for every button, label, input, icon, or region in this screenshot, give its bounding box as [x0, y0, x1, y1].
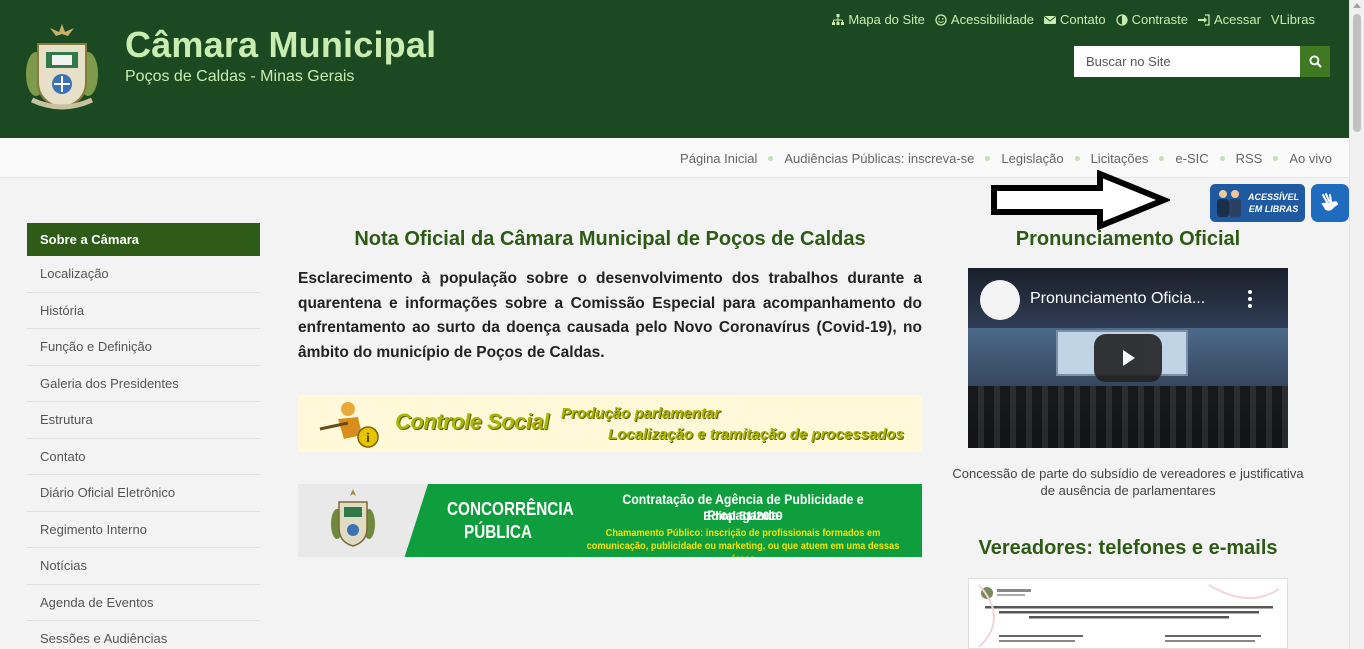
more-options-icon[interactable]	[1248, 290, 1252, 308]
accessible-libras-badge[interactable]: ACESSÍVEL EM LIBRAS	[1210, 184, 1305, 222]
nav-separator	[1159, 155, 1165, 161]
tender-left-text: CONCORRÊNCIA PÚBLICA	[447, 498, 574, 544]
tender-left-line2: PÚBLICA	[464, 522, 532, 542]
nav-separator	[1074, 155, 1080, 161]
official-note-title[interactable]: Nota Oficial da Câmara Municipal de Poço…	[298, 228, 922, 251]
coat-of-arms-seal	[331, 489, 375, 547]
social-control-line1: Produção parlamentar	[561, 405, 721, 422]
search-button[interactable]	[1300, 46, 1330, 77]
video-thumbnail-seats	[968, 386, 1288, 448]
social-control-banner[interactable]: i Controle Social Produção parlamentar L…	[298, 395, 922, 452]
nav-tenders[interactable]: Licitações	[1091, 151, 1149, 166]
video-title[interactable]: Pronunciamento Oficia...	[1030, 290, 1205, 308]
youtube-video-embed[interactable]: Pronunciamento Oficia...	[968, 268, 1288, 448]
libras-badge-line2: EM LIBRAS	[1248, 204, 1299, 214]
contrast-label: Contraste	[1131, 12, 1188, 27]
svg-text:i: i	[366, 431, 370, 446]
nav-rss[interactable]: RSS	[1236, 151, 1263, 166]
site-subtitle: Poços de Caldas - Minas Gerais	[125, 68, 355, 85]
contact-link[interactable]: Contato	[1044, 12, 1106, 27]
public-tender-banner[interactable]: CONCORRÊNCIA PÚBLICA Contratação de Agên…	[298, 484, 922, 557]
accessibility-label: Acessibilidade	[950, 12, 1035, 27]
interpreters-icon	[1217, 190, 1241, 217]
top-links: Mapa do Site Acessibilidade Contato Cont…	[832, 12, 1315, 27]
sidebar-item-sessions[interactable]: Sessões e Audiências	[27, 621, 260, 649]
scrollbar-thumb[interactable]	[1353, 14, 1361, 132]
document-preview-lines	[978, 584, 1280, 648]
sidebar-item-function[interactable]: Função e Definição	[27, 329, 260, 366]
envelope-icon	[1044, 15, 1057, 24]
tender-left-line1: CONCORRÊNCIA	[447, 499, 574, 519]
nav-separator	[1273, 155, 1279, 161]
nav-legislation[interactable]: Legislação	[1001, 151, 1063, 166]
sidebar-item-official-diary[interactable]: Diário Oficial Eletrônico	[27, 475, 260, 512]
libras-badge-line1: ACESSÍVEL	[1248, 192, 1300, 202]
sidebar-item-contact[interactable]: Contato	[27, 439, 260, 475]
councillors-contacts-document[interactable]	[968, 578, 1288, 649]
login-link[interactable]: Acessar	[1197, 12, 1261, 27]
page-scrollbar[interactable]	[1349, 0, 1364, 649]
nav-separator	[1219, 155, 1225, 161]
official-statement-title: Pronunciamento Oficial	[1015, 228, 1241, 250]
sidebar-item-regiment[interactable]: Regimento Interno	[27, 512, 260, 548]
sidebar-item-location[interactable]: Localização	[27, 256, 260, 293]
video-caption[interactable]: Concessão de parte do subsídio de veread…	[948, 465, 1308, 499]
site-title[interactable]: Câmara Municipal	[125, 24, 436, 66]
play-icon	[1123, 350, 1135, 366]
site-header: Câmara Municipal Poços de Caldas - Minas…	[0, 0, 1349, 138]
vlibras-link[interactable]: VLibras	[1271, 12, 1315, 27]
sidebar-item-history[interactable]: História	[27, 293, 260, 329]
contrast-link[interactable]: Contraste	[1115, 12, 1188, 27]
nav-live[interactable]: Ao vivo	[1289, 151, 1332, 166]
play-button[interactable]	[1094, 334, 1162, 382]
official-note-text[interactable]: Esclarecimento à população sobre o desen…	[298, 267, 922, 365]
sidebar-item-news[interactable]: Notícias	[27, 548, 260, 585]
nav-esic[interactable]: e-SIC	[1175, 151, 1208, 166]
site-map-link[interactable]: Mapa do Site	[832, 12, 925, 27]
libras-badge-text: ACESSÍVEL EM LIBRAS	[1248, 191, 1299, 215]
login-label: Acessar	[1213, 12, 1261, 27]
sitemap-icon	[832, 13, 845, 25]
pointer-arrow	[991, 170, 1170, 230]
social-control-title: Controle Social	[395, 409, 549, 434]
tender-right-line2: Edital 51/2019	[703, 509, 783, 523]
search-input[interactable]	[1074, 46, 1300, 77]
sidebar-item-structure[interactable]: Estrutura	[27, 402, 260, 439]
sidebar-header-about[interactable]: Sobre a Câmara	[27, 223, 260, 256]
social-control-line2: Localização e tramitação de processados	[608, 426, 904, 443]
vlibras-label: VLibras	[1270, 12, 1315, 27]
councillors-contacts-title: Vereadores: telefones e e-mails	[978, 537, 1278, 559]
sign-in-icon	[1197, 13, 1210, 26]
tender-right-line3: Chamamento Público: inscrição de profiss…	[586, 527, 900, 557]
sidebar-item-presidents[interactable]: Galeria dos Presidentes	[27, 366, 260, 402]
channel-avatar[interactable]	[980, 280, 1020, 320]
nav-separator	[768, 155, 774, 161]
accessibility-link[interactable]: Acessibilidade	[935, 12, 1034, 27]
contrast-icon	[1115, 13, 1128, 26]
smile-icon	[935, 13, 947, 26]
sidebar-item-events[interactable]: Agenda de Eventos	[27, 585, 260, 621]
site-search	[1074, 46, 1330, 77]
search-icon	[1308, 55, 1322, 68]
scroll-up-arrow[interactable]	[1353, 3, 1361, 8]
vlibras-button[interactable]	[1311, 184, 1349, 222]
coat-of-arms-logo[interactable]	[24, 22, 100, 114]
worker-info-icon: i	[319, 402, 379, 448]
sidebar: Sobre a Câmara Localização História Funç…	[27, 223, 260, 649]
nav-separator	[985, 155, 991, 161]
contact-label: Contato	[1060, 12, 1106, 27]
sign-language-hands-icon	[1321, 193, 1339, 211]
nav-public-hearings[interactable]: Audiências Públicas: inscreva-se	[784, 151, 974, 166]
site-map-label: Mapa do Site	[848, 12, 925, 27]
nav-home[interactable]: Página Inicial	[680, 151, 757, 166]
